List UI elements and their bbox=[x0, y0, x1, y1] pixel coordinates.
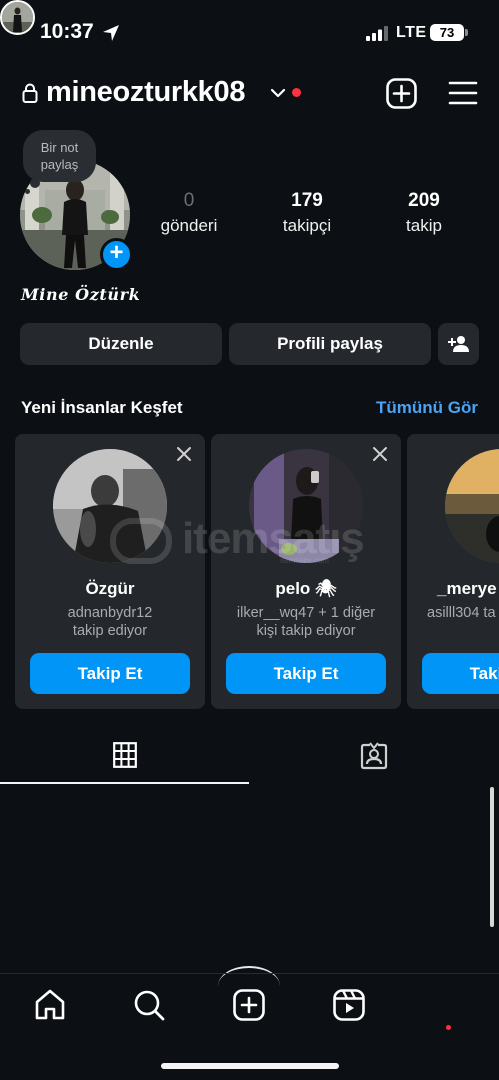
followers-count[interactable]: 179 takipçi bbox=[262, 190, 352, 236]
reels-icon[interactable] bbox=[332, 988, 366, 1022]
suggestion-name: _merye bbox=[437, 579, 497, 598]
following-count-value: 209 bbox=[408, 190, 440, 211]
mutual-line-2: kişi takip ediyor bbox=[256, 623, 356, 639]
discover-title: Yeni İnsanlar Keşfet bbox=[21, 398, 183, 417]
suggestion-avatar[interactable] bbox=[249, 449, 363, 563]
followers-count-label: takipçi bbox=[282, 216, 332, 235]
following-count[interactable]: 209 takip bbox=[379, 190, 469, 236]
share-profile-button[interactable]: Profili paylaş bbox=[229, 323, 431, 365]
following-count-label: takip bbox=[406, 216, 442, 235]
see-all-link[interactable]: Tümünü Gör bbox=[376, 398, 478, 418]
nav-arc bbox=[218, 966, 280, 986]
home-indicator[interactable] bbox=[161, 1063, 339, 1069]
mutual-line-1: asilll304 ta bbox=[427, 605, 496, 621]
tab-tagged[interactable] bbox=[249, 738, 499, 784]
suggestion-mutual: adnanbydr12 takip ediyor bbox=[15, 604, 205, 640]
suggestion-photo bbox=[445, 449, 499, 563]
username-switcher[interactable]: mineozturkk08 bbox=[46, 76, 245, 109]
note-tail bbox=[25, 189, 30, 194]
suggestion-photo bbox=[53, 449, 167, 563]
follow-button[interactable]: Takip Et bbox=[226, 653, 386, 694]
signal-icon bbox=[366, 26, 388, 41]
discover-people-button[interactable] bbox=[438, 323, 479, 365]
mutual-line-1: adnanbydr12 bbox=[67, 605, 153, 621]
notification-dot bbox=[292, 88, 301, 97]
search-icon[interactable] bbox=[132, 988, 166, 1022]
suggestion-mutual: asilll304 ta bbox=[427, 604, 499, 622]
suggestion-avatar[interactable] bbox=[53, 449, 167, 563]
suggestion-name: Özgür bbox=[85, 579, 135, 598]
note-line-2: paylaş bbox=[40, 157, 79, 172]
notification-dot bbox=[446, 1025, 451, 1030]
suggestion-photo bbox=[249, 449, 363, 563]
close-icon[interactable] bbox=[372, 446, 388, 462]
network-label: LTE bbox=[396, 24, 427, 41]
note-line-1: Bir not bbox=[40, 140, 79, 155]
mutual-line-1: ilker__wq47 + 1 diğer bbox=[236, 605, 376, 621]
create-icon[interactable] bbox=[232, 988, 266, 1022]
suggestion-name: pelo 🕷 bbox=[275, 579, 337, 598]
suggestion-mutual: ilker__wq47 + 1 diğer kişi takip ediyor bbox=[211, 604, 401, 640]
followers-count-value: 179 bbox=[291, 190, 323, 211]
tagged-icon bbox=[360, 742, 388, 770]
lock-icon bbox=[22, 83, 38, 103]
battery-cap bbox=[465, 29, 468, 36]
note-tail bbox=[30, 178, 40, 188]
profile-header: mineozturkk08 bbox=[0, 70, 499, 116]
add-story-button[interactable]: + bbox=[100, 238, 133, 271]
nav-divider bbox=[0, 973, 499, 974]
menu-icon[interactable] bbox=[448, 80, 478, 106]
edit-profile-button[interactable]: Düzenle bbox=[20, 323, 222, 365]
suggestion-card[interactable]: pelo 🕷 ilker__wq47 + 1 diğer kişi takip … bbox=[211, 434, 401, 709]
location-arrow-icon bbox=[103, 25, 119, 41]
home-icon[interactable] bbox=[33, 988, 67, 1022]
mutual-line-2: takip ediyor bbox=[72, 623, 148, 639]
note-bubble[interactable]: Bir not paylaş bbox=[23, 130, 96, 182]
suggestion-card[interactable]: Özgür adnanbydr12 takip ediyor Takip Et bbox=[15, 434, 205, 709]
grid-icon bbox=[113, 742, 137, 768]
posts-count-value: 0 bbox=[183, 190, 195, 211]
status-bar: 10:37 LTE 73 bbox=[0, 0, 499, 66]
plus-square-icon[interactable] bbox=[386, 78, 417, 109]
posts-count-label: gönderi bbox=[160, 216, 218, 235]
active-tab-indicator bbox=[0, 782, 249, 784]
follow-button[interactable]: Takip Et bbox=[30, 653, 190, 694]
display-name: Mine Öztürk bbox=[21, 285, 141, 304]
scrollbar[interactable] bbox=[490, 787, 494, 927]
suggestion-avatar[interactable] bbox=[445, 449, 499, 563]
status-time: 10:37 bbox=[40, 20, 94, 43]
add-person-icon bbox=[447, 336, 469, 352]
suggestion-card[interactable]: _merye asilll304 ta Takip Et bbox=[407, 434, 499, 709]
close-icon[interactable] bbox=[176, 446, 192, 462]
tab-posts[interactable] bbox=[0, 738, 249, 784]
battery-icon: 73 bbox=[430, 24, 464, 41]
posts-count: 0 gönderi bbox=[144, 190, 234, 236]
follow-button[interactable]: Takip Et bbox=[422, 653, 499, 694]
chevron-down-icon[interactable] bbox=[270, 87, 286, 99]
